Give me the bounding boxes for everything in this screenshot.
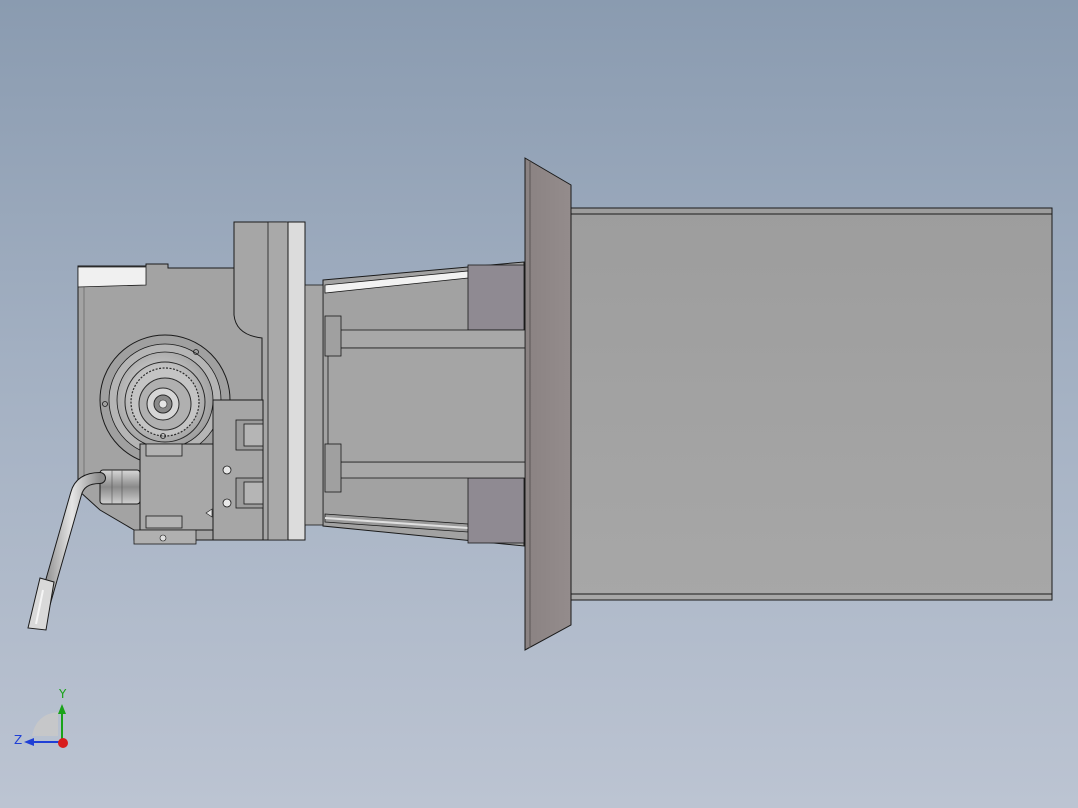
tapered-housing	[322, 261, 526, 547]
main-tube	[570, 207, 1053, 601]
tapered-flange	[524, 157, 572, 651]
triad-arc	[32, 712, 58, 736]
x-axis-point-icon	[58, 738, 68, 748]
orientation-triad[interactable]: Y Z	[10, 684, 80, 754]
y-axis-label: Y	[58, 687, 67, 701]
y-axis-arrow-icon	[58, 704, 66, 714]
z-axis-arrow-icon	[24, 738, 34, 746]
cad-viewport[interactable]: Y Z	[0, 0, 1078, 808]
cad-model-view[interactable]	[0, 0, 1078, 808]
z-axis-label: Z	[14, 733, 22, 747]
